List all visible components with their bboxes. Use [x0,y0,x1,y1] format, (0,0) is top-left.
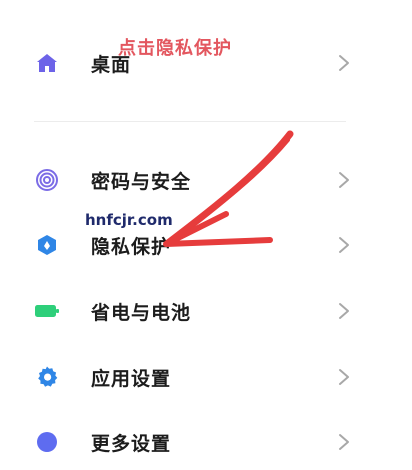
settings-item-label: 应用设置 [91,367,172,390]
settings-item-label: 更多设置 [91,432,172,455]
chevron-right-icon [334,170,354,190]
settings-item-app-settings[interactable]: 应用设置 [0,349,412,405]
battery-icon [34,298,60,324]
settings-item-privacy[interactable]: 隐私保护 [0,217,412,273]
chevron-right-icon [334,367,354,387]
fingerprint-icon [34,167,60,193]
annotation-instruction: 点击隐私保护 [118,38,232,59]
settings-item-label: 省电与电池 [91,301,192,324]
settings-item-label: 密码与安全 [91,170,192,193]
home-icon [34,50,60,76]
settings-item-battery[interactable]: 省电与电池 [0,283,412,339]
chevron-right-icon [334,301,354,321]
chevron-right-icon [334,432,354,452]
section-divider [34,121,346,122]
settings-item-more[interactable]: 更多设置 [0,414,412,470]
settings-list: 桌面 密码与安全 隐私保护 省电与电池 应用设置 更多设置 [0,0,412,455]
gear-icon [34,364,60,390]
chevron-right-icon [334,235,354,255]
chevron-right-icon [334,53,354,73]
more-settings-icon [34,429,60,455]
privacy-shield-icon [34,232,60,258]
settings-item-password-security[interactable]: 密码与安全 [0,152,412,208]
watermark-text: hnfcjr.com [83,211,175,229]
settings-item-label: 隐私保护 [91,235,172,258]
